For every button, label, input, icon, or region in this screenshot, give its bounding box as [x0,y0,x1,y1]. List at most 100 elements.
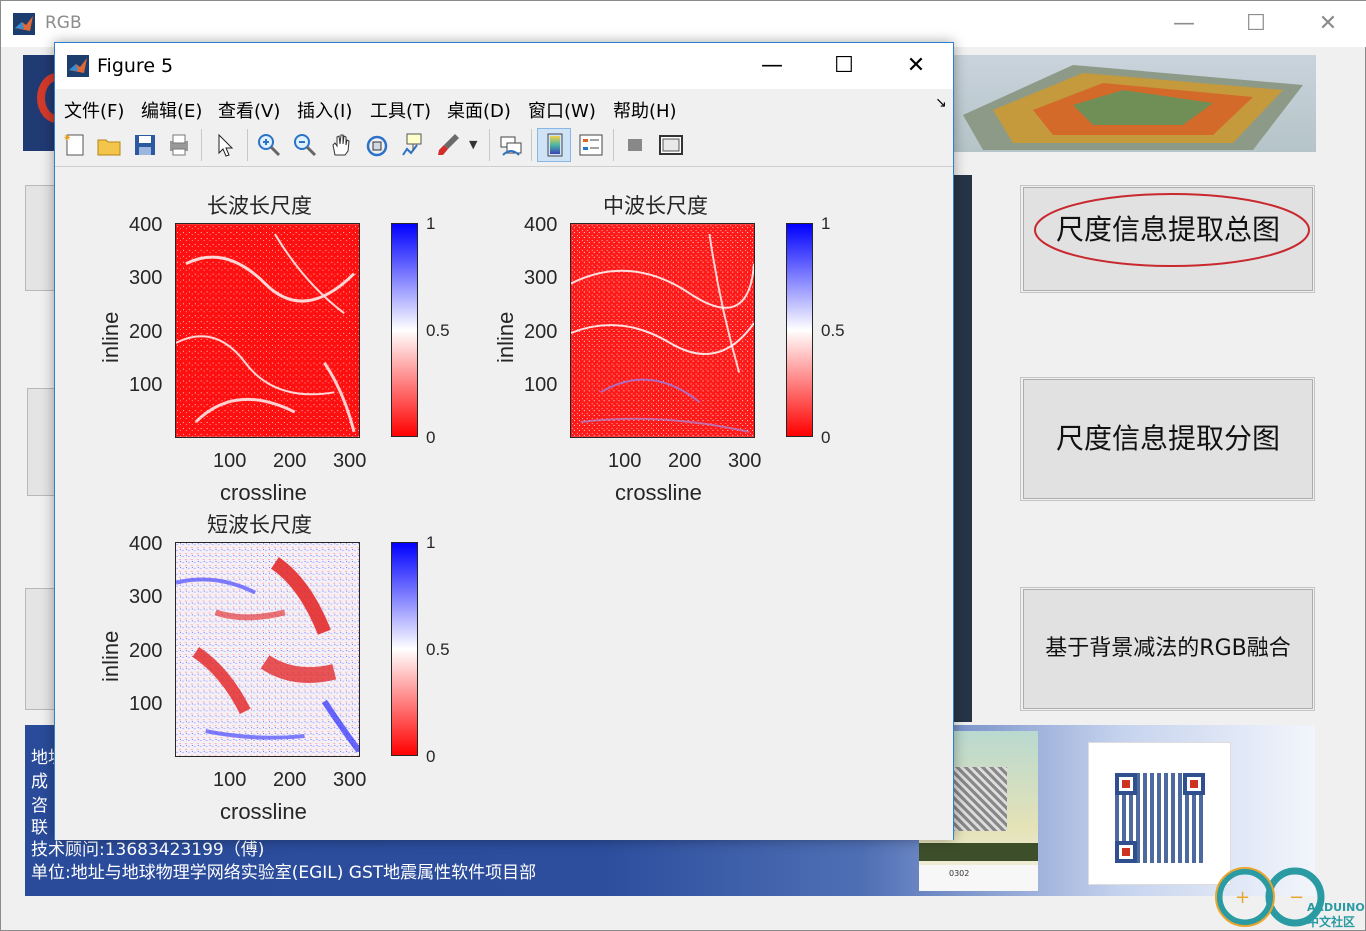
matlab-logo-icon [13,13,35,35]
menu-window[interactable]: 窗口(W) [528,97,596,123]
figure-5-window: Figure 5 — ☐ ✕ 文件(F) 编辑(E) 查看(V) 插入(I) 工… [54,42,954,840]
brush-icon[interactable] [435,131,463,159]
main-titlebar[interactable]: RGB — ☐ ✕ [1,1,1366,47]
subplot-2-cbtick-0.5: 0.5 [821,321,845,340]
subplot-1-ytick-400: 400 [129,214,163,236]
subplot-2-title: 中波长尺度 [603,194,708,218]
subplot-1-xtick-200: 200 [273,450,307,472]
subplot-1-xtick-100: 100 [213,450,247,472]
show-plot-tools-icon[interactable] [657,131,685,159]
red-highlight-ellipse [1034,193,1310,267]
subplot-1-ytick-200: 200 [129,321,163,343]
rgb-fusion-button-label: 基于背景减法的RGB融合 [1045,636,1291,661]
subplot-1-xtick-300: 300 [333,450,367,472]
subplot-3-ytick-300: 300 [129,586,163,608]
subplot-1-title: 长波长尺度 [207,194,312,218]
subplot-2-xlabel: crossline [615,480,702,505]
zoom-in-icon[interactable] [255,131,283,159]
subplot-1-colorbar [391,223,418,437]
figure-titlebar[interactable]: Figure 5 — ☐ ✕ [55,43,953,89]
subplot-2-ytick-300: 300 [524,267,558,289]
close-icon[interactable]: ✕ [1313,9,1343,39]
main-window-title: RGB [45,13,82,33]
subplot-3-xlabel: crossline [220,799,307,824]
footer-organization: 单位:地址与地球物理学网络实验室(EGIL) GST地震属性软件项目部 [31,863,537,883]
subplot-3-colorbar [391,542,418,756]
watermark-sub: 中文社区 [1307,915,1356,929]
subplot-1-ytick-300: 300 [129,267,163,289]
subplot-1-heatmap[interactable] [175,223,360,438]
footer-line-2: 成 [31,772,48,792]
subplot-2-ytick-400: 400 [524,214,558,236]
subplot-2-xtick-300: 300 [728,450,762,472]
subplot-3-cbtick-0.5: 0.5 [426,640,450,659]
subplot-1-xlabel: crossline [220,480,307,505]
split-map-button-label: 尺度信息提取分图 [1055,422,1280,455]
hide-plot-tools-icon[interactable] [621,131,649,159]
subplot-2-ytick-100: 100 [524,374,558,396]
rgb-fusion-button[interactable]: 基于背景减法的RGB融合 [1023,589,1313,709]
subplot-3-title: 短波长尺度 [207,513,312,537]
open-icon[interactable] [95,131,123,159]
poster-qr-code [951,767,1007,831]
dropdown-arrow-icon[interactable]: ▼ [469,131,481,159]
subplot-3-ytick-400: 400 [129,533,163,555]
svg-text:−: − [1289,887,1304,908]
subplot-3-xtick-100: 100 [213,769,247,791]
menu-view[interactable]: 查看(V) [218,97,280,123]
subplot-2-heatmap[interactable] [570,223,755,438]
poster-caption: 0302 [949,869,970,878]
subplot-3-xtick-200: 200 [273,769,307,791]
dock-arrow-icon[interactable]: ↘ [935,95,947,111]
save-icon[interactable] [131,131,159,159]
figure-toolbar: ✷ ▼ [55,123,953,167]
subplot-2-colorbar [786,223,813,437]
minimize-icon[interactable]: — [752,51,792,81]
subplot-2-ytick-200: 200 [524,321,558,343]
subplot-3-ytick-100: 100 [129,693,163,715]
menu-file[interactable]: 文件(F) [64,97,124,123]
subplot-3-xtick-300: 300 [333,769,367,791]
menu-help[interactable]: 帮助(H) [613,97,677,123]
subplot-1-ytick-100: 100 [129,374,163,396]
subplot-1-cbtick-0.5: 0.5 [426,321,450,340]
matlab-logo-icon [67,55,89,77]
subplot-2-cbtick-0: 0 [821,428,831,447]
svg-text:+: + [1235,887,1250,908]
panel-divider [951,175,972,722]
print-icon[interactable] [165,131,193,159]
pan-hand-icon[interactable] [327,131,355,159]
maximize-icon[interactable]: ☐ [824,51,864,81]
svg-text:✷: ✷ [63,133,71,144]
new-figure-icon[interactable]: ✷ [61,131,89,159]
link-plot-icon[interactable] [497,131,525,159]
subplot-3-cbtick-1: 1 [426,533,436,552]
subplot-3-cbtick-0: 0 [426,747,436,766]
zoom-out-icon[interactable] [291,131,319,159]
qr-code-image [1088,742,1231,885]
menu-edit[interactable]: 编辑(E) [141,97,202,123]
subplot-3-heatmap[interactable] [175,542,360,757]
split-map-button[interactable]: 尺度信息提取分图 [1023,379,1313,499]
colorbar-icon[interactable] [541,131,569,159]
maximize-icon[interactable]: ☐ [1241,9,1271,39]
menu-insert[interactable]: 插入(I) [297,97,352,123]
menu-tools[interactable]: 工具(T) [370,97,431,123]
subplot-1-ylabel: inline [98,311,123,363]
data-cursor-icon[interactable] [399,131,427,159]
minimize-icon[interactable]: — [1169,9,1199,39]
close-icon[interactable]: ✕ [896,51,936,81]
subplot-1-cbtick-1: 1 [426,214,436,233]
menu-desktop[interactable]: 桌面(D) [447,97,511,123]
banner-3d-map-image [953,55,1316,152]
subplot-2-cbtick-1: 1 [821,214,831,233]
pointer-icon[interactable] [211,131,239,159]
figure-menubar: 文件(F) 编辑(E) 查看(V) 插入(I) 工具(T) 桌面(D) 窗口(W… [55,89,953,123]
figure-title: Figure 5 [97,55,174,77]
subplot-2-ylabel: inline [493,311,518,363]
rotate-3d-icon[interactable] [363,131,391,159]
figure-canvas[interactable]: 长波长尺度 400 300 200 100 inline 100 200 300… [55,168,953,840]
subplot-1-cbtick-0: 0 [426,428,436,447]
legend-icon[interactable] [577,131,605,159]
subplot-3-ylabel: inline [98,630,123,682]
